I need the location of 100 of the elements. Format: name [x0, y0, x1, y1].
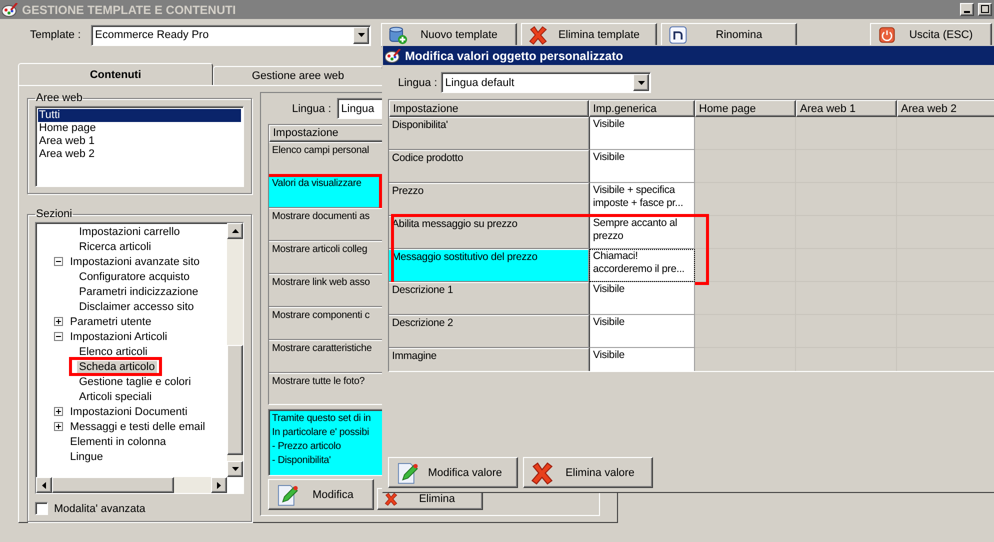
setting-cell[interactable]: Prezzo: [389, 183, 589, 216]
tree-item[interactable]: Elementi in colonna: [68, 436, 168, 448]
toolbar-button[interactable]: Elimina template: [521, 23, 657, 47]
expand-icon[interactable]: [54, 317, 63, 326]
list-item[interactable]: Area web 1: [38, 135, 241, 148]
tree-item[interactable]: Disclaimer accesso sito: [77, 300, 196, 312]
scroll-thumb[interactable]: [52, 477, 174, 493]
value-cell[interactable]: Visibile: [589, 282, 695, 315]
maximize-button[interactable]: [978, 3, 992, 16]
tree-item[interactable]: Messaggi e testi delle email: [68, 420, 208, 432]
maximize-icon: [981, 5, 989, 13]
action-button[interactable]: Elimina valore: [523, 457, 653, 488]
column-header: Impostazione: [389, 100, 589, 117]
tree-item[interactable]: Impostazioni carrello: [77, 226, 182, 238]
pencil-document-icon: [395, 460, 419, 484]
tab[interactable]: Gestione aree web: [213, 66, 383, 85]
dropdown-arrow-icon: [638, 80, 645, 84]
expand-icon[interactable]: [54, 422, 63, 431]
tree-item[interactable]: Gestione taglie e colori: [77, 376, 193, 388]
palette-icon: [385, 48, 401, 62]
action-button[interactable]: Modifica: [268, 479, 374, 510]
scroll-up-button[interactable]: [227, 223, 243, 239]
value-cell[interactable]: Visibile: [589, 315, 695, 348]
setting-cell[interactable]: Disponibilita': [389, 117, 589, 150]
dropdown-field[interactable]: Lingua default: [441, 72, 652, 93]
column-header: Imp.generica: [589, 100, 695, 117]
info-line: - Disponibilita': [272, 454, 332, 468]
value-cell[interactable]: Sempre accanto al prezzo: [589, 216, 695, 249]
toolbar-button[interactable]: Nuovo template: [381, 23, 517, 47]
dropdown-arrow-icon: [358, 33, 364, 37]
value-cell[interactable]: Chiamaci! accorderemo il pre...: [589, 249, 695, 282]
dropdown-field[interactable]: Ecommerce Ready Pro: [91, 24, 371, 46]
scroll-right-button[interactable]: [211, 477, 227, 493]
tree-item[interactable]: Impostazioni avanzate sito: [68, 256, 202, 268]
list-item[interactable]: Area web 2: [38, 148, 241, 161]
arch-icon: [668, 25, 688, 45]
value-cell[interactable]: Visibile: [589, 150, 695, 183]
tree-item[interactable]: Configuratore acquisto: [77, 270, 192, 282]
language-label: Lingua :: [398, 76, 438, 88]
dropdown-button[interactable]: [633, 74, 650, 91]
dialog-title: Modifica valori oggetto personalizzato: [405, 48, 624, 62]
scroll-thumb[interactable]: [227, 345, 243, 455]
checkbox[interactable]: [35, 502, 48, 515]
setting-cell[interactable]: Abilita messaggio su prezzo: [389, 216, 589, 249]
horizontal-scrollbar[interactable]: [36, 477, 227, 493]
minimize-button[interactable]: [960, 3, 974, 16]
expand-icon[interactable]: [54, 407, 63, 416]
right-arrow-icon: [217, 482, 221, 488]
value-cell[interactable]: Visibile: [589, 348, 695, 371]
toolbar-button[interactable]: Rinomina: [661, 23, 797, 47]
column-header: Area web 2: [897, 100, 994, 117]
tree-item[interactable]: Parametri indicizzazione: [77, 286, 200, 298]
column-header: Area web 1: [796, 100, 897, 117]
tree-item[interactable]: Scheda articolo: [77, 360, 157, 372]
info-line: Tramite questo set di in: [272, 412, 372, 426]
setting-cell[interactable]: Immagine: [389, 348, 589, 371]
setting-cell[interactable]: Descrizione 2: [389, 315, 589, 348]
language-label: Lingua :: [292, 102, 332, 115]
tree-item[interactable]: Impostazioni Documenti: [68, 406, 190, 418]
collapse-icon[interactable]: [54, 257, 63, 266]
action-button[interactable]: Modifica valore: [388, 457, 518, 488]
value-cell[interactable]: Visibile: [589, 117, 695, 150]
tree-item[interactable]: Impostazioni Articoli: [68, 330, 170, 342]
up-arrow-icon: [232, 229, 238, 233]
database-plus-icon: [388, 25, 408, 45]
tree-item[interactable]: Elenco articoli: [77, 346, 150, 358]
tree-item[interactable]: Articoli speciali: [77, 390, 154, 402]
info-line: - Prezzo articolo: [272, 440, 342, 454]
power-icon: [877, 25, 897, 45]
dropdown-button[interactable]: [353, 26, 369, 44]
scroll-down-button[interactable]: [227, 461, 243, 477]
info-line: In particolare e' possibi: [272, 426, 370, 440]
palette-icon: [2, 2, 18, 16]
down-arrow-icon: [232, 467, 238, 471]
group-title: Sezioni: [35, 208, 74, 220]
pencil-document-icon: [275, 482, 299, 506]
tab[interactable]: Contenuti: [18, 63, 213, 85]
window-title: GESTIONE TEMPLATE E CONTENUTI: [22, 2, 237, 16]
tree-item[interactable]: Lingue: [68, 450, 106, 462]
collapse-icon[interactable]: [54, 332, 63, 341]
setting-cell[interactable]: Codice prodotto: [389, 150, 589, 183]
group-title: Aree web: [35, 92, 84, 104]
cross-icon: [384, 492, 398, 506]
cross-icon: [530, 460, 554, 484]
tree-item[interactable]: Ricerca articoli: [77, 240, 154, 252]
setting-cell[interactable]: Messaggio sostitutivo del prezzo: [389, 249, 589, 282]
left-arrow-icon: [42, 482, 46, 488]
cross-icon: [528, 25, 548, 45]
setting-cell[interactable]: Descrizione 1: [389, 282, 589, 315]
list-item[interactable]: Tutti: [38, 109, 241, 122]
scroll-left-button[interactable]: [36, 477, 52, 493]
tree-item[interactable]: Parametri utente: [68, 316, 154, 328]
list-item[interactable]: Home page: [38, 122, 241, 135]
minimize-icon: [964, 11, 970, 13]
toolbar-button[interactable]: Uscita (ESC): [870, 23, 992, 47]
column-header: Home page: [695, 100, 796, 117]
vertical-scrollbar[interactable]: [227, 223, 243, 477]
template-label: Template :: [30, 29, 82, 41]
checkbox-label: Modalita' avanzata: [54, 502, 146, 514]
value-cell[interactable]: Visibile + specifica imposte + fasce pr...: [589, 183, 695, 216]
